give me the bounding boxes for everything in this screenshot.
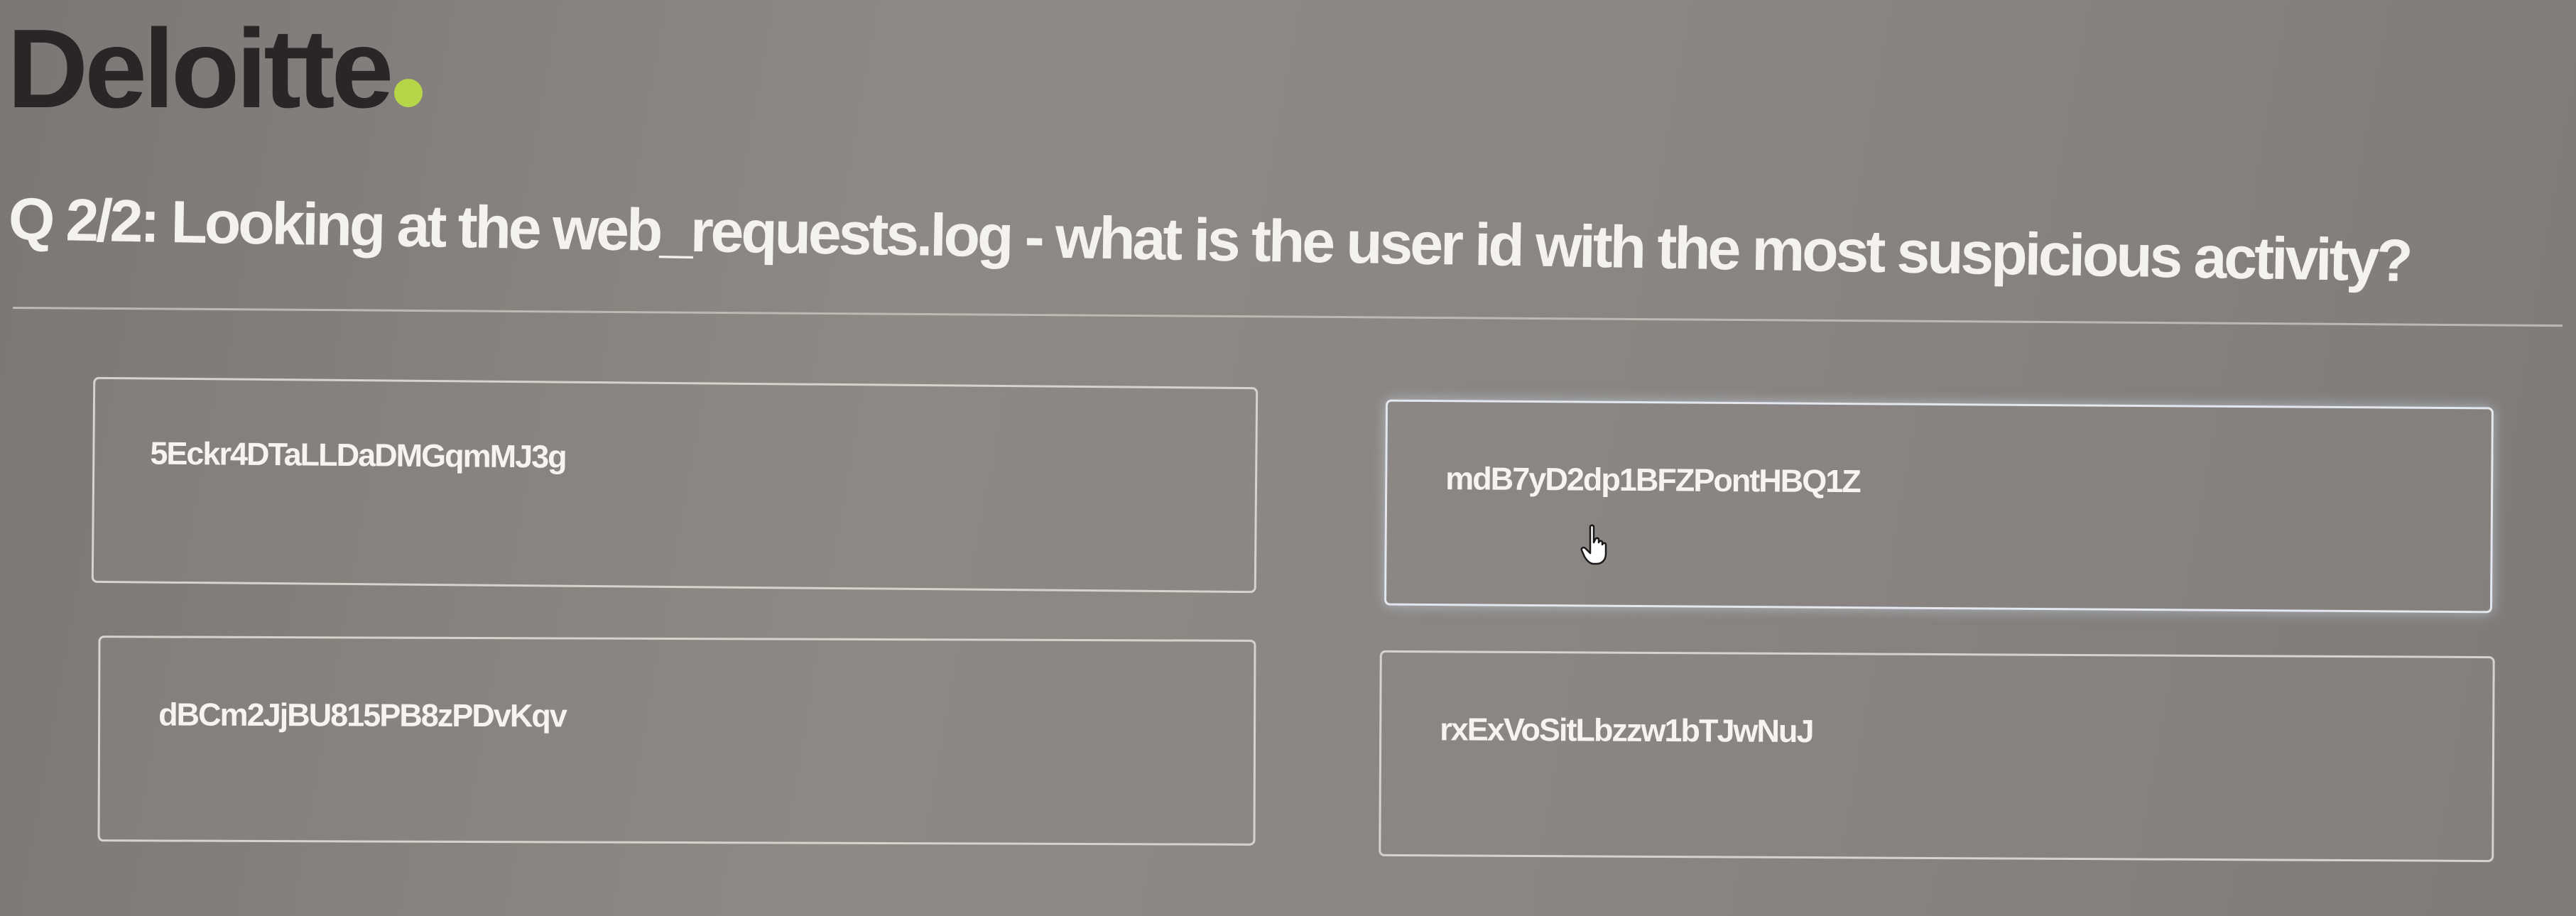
question-text: Q 2/2: Looking at the web_requests.log -… (8, 185, 2411, 295)
quiz-screen: Deloitte Q 2/2: Looking at the web_reque… (0, 0, 2576, 916)
deloitte-logo: Deloitte (7, 13, 423, 125)
answer-option-1[interactable]: 5Eckr4DTaLLDaDMGqmMJ3g (91, 376, 1259, 594)
answer-option-label: rxExVoSitLbzzw1bTJwNuJ (1440, 711, 1813, 750)
answer-option-label: 5Eckr4DTaLLDaDMGqmMJ3g (150, 435, 566, 475)
answer-option-4[interactable]: rxExVoSitLbzzw1bTJwNuJ (1379, 650, 2495, 863)
hand-pointer-icon (1580, 524, 1607, 565)
answer-option-2[interactable]: mdB7yD2dp1BFZPontHBQ1Z (1384, 399, 2494, 614)
answer-option-label: mdB7yD2dp1BFZPontHBQ1Z (1445, 460, 1860, 500)
logo-dot (394, 79, 423, 107)
answer-option-3[interactable]: dBCm2JjBU815PB8zPDvKqv (97, 636, 1256, 846)
divider (12, 307, 2563, 327)
logo-text: Deloitte (7, 6, 393, 131)
answer-option-label: dBCm2JjBU815PB8zPDvKqv (158, 696, 566, 734)
